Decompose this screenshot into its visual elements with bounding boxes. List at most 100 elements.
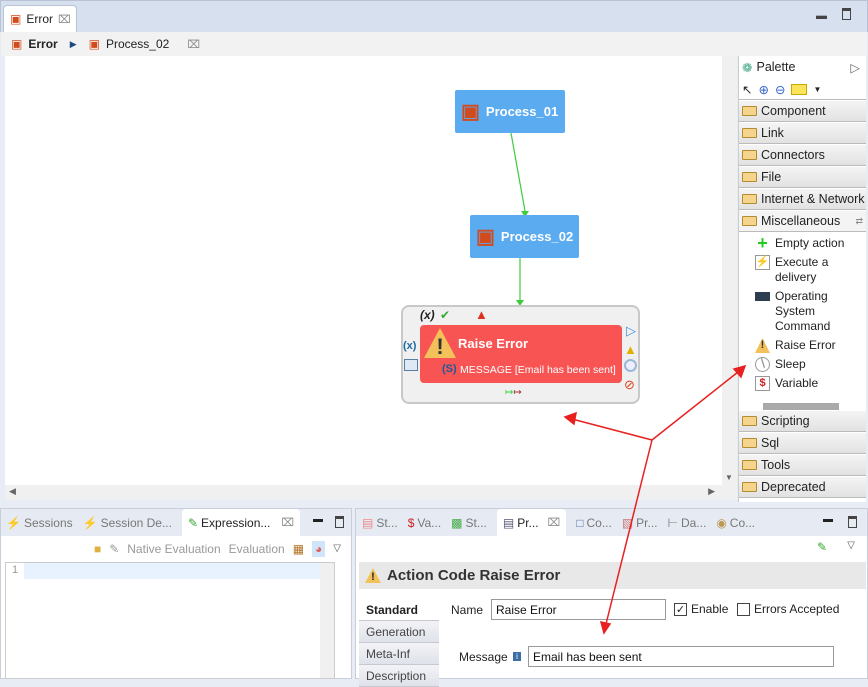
maximize-button[interactable] — [848, 516, 857, 528]
warning-icon[interactable]: ▲ — [624, 342, 637, 357]
close-icon[interactable]: ⌧ — [548, 516, 561, 529]
palette-folder[interactable]: Scripting — [739, 410, 866, 432]
step-icon: ▤ — [362, 515, 374, 530]
books-icon[interactable]: ▦ — [293, 542, 304, 556]
select-tool-icon[interactable]: ↖ — [742, 82, 752, 97]
palette-folder[interactable]: Deprecated — [739, 476, 866, 498]
tab-7[interactable]: ⊢ Da... — [668, 516, 707, 530]
zoom-out-icon[interactable]: ⊖ — [775, 82, 785, 97]
tab-8[interactable]: ◉ Co... — [716, 516, 755, 530]
minimize-button[interactable]: ▬ — [313, 514, 323, 525]
tab-expression[interactable]: ✎ Expression... ⌧ — [181, 509, 301, 536]
collapse-icon[interactable]: ▷ — [850, 60, 860, 75]
terminal-icon — [755, 292, 770, 301]
palette-folder-open[interactable]: Miscellaneous ⇄ — [739, 210, 866, 232]
raise-error-action[interactable]: ! Raise Error (S) MESSAGE [Email has bee… — [420, 325, 622, 383]
errors-accepted-label: Errors Accepted — [754, 602, 840, 616]
side-tab-meta-inf[interactable]: Meta-Inf — [359, 643, 439, 665]
side-tab-standard[interactable]: Standard — [359, 599, 439, 621]
circle-icon[interactable] — [624, 359, 637, 372]
expression-panel: ⚡ Sessions ⚡ Session De... ✎ Expression... ⌧… — [0, 508, 352, 679]
close-icon[interactable]: ⌧ — [281, 516, 294, 529]
palette-item[interactable]: ! Raise Error — [739, 338, 866, 353]
side-tab-description[interactable]: Description — [359, 665, 439, 687]
warning-icon: ▲ — [475, 307, 488, 322]
folder-icon — [742, 150, 757, 160]
note-icon[interactable] — [791, 83, 808, 95]
palette-folder[interactable]: Component — [739, 100, 866, 122]
folder-icon — [742, 482, 757, 492]
palette-folder[interactable]: Tools — [739, 454, 866, 476]
info-icon[interactable]: i — [513, 652, 521, 661]
item-label: Execute a delivery — [775, 255, 829, 284]
edit-properties-icon[interactable]: ✎ — [817, 540, 827, 554]
vertical-scrollbar[interactable] — [320, 563, 334, 678]
warning-icon: ! — [365, 568, 381, 583]
checkmark-icon: ✓ — [674, 602, 687, 616]
tab-5[interactable]: □ Co... — [576, 516, 612, 530]
process-node[interactable]: ▣ Process_02 — [470, 215, 579, 258]
folder-icon — [742, 416, 757, 426]
zoom-in-icon[interactable]: ⊕ — [758, 82, 768, 97]
eraser-icon[interactable]: ✎ — [109, 542, 119, 556]
lightning-icon: ⚡ — [6, 515, 21, 530]
palette-folder[interactable]: File — [739, 166, 866, 188]
view-menu-icon[interactable]: ▽ — [847, 540, 855, 551]
process-node[interactable]: ▣ Process_01 — [455, 90, 565, 133]
view-menu-icon[interactable]: ▽ — [333, 543, 341, 554]
profile-icon: ▧ — [621, 515, 634, 530]
name-input[interactable] — [491, 599, 666, 620]
palette-item[interactable]: Operating System Command — [739, 289, 866, 334]
maximize-button[interactable] — [335, 516, 344, 528]
expression-editor[interactable]: 1 — [5, 562, 335, 679]
palette-header: ❁ Palette ▷ — [739, 56, 866, 78]
forbidden-icon[interactable]: ⊘ — [624, 377, 635, 393]
tree-icon: ⊢ — [667, 515, 678, 530]
tab-2[interactable]: $ Va... — [408, 516, 441, 530]
lightning-search-icon: ⚡ — [82, 515, 98, 530]
palette-item[interactable]: ∖ Sleep — [739, 357, 866, 372]
scroll-down-button[interactable] — [763, 403, 839, 410]
tab-label: Pr... — [517, 515, 539, 530]
play-icon[interactable]: ▷ — [626, 323, 636, 339]
dollar-icon: $ — [755, 376, 770, 391]
message-label: Message — [459, 650, 508, 664]
folder-label: Internet & Network — [761, 192, 865, 206]
errors-accepted-checkbox[interactable]: Errors Accepted — [737, 602, 839, 616]
native-evaluation-button[interactable]: Native Evaluation — [127, 542, 220, 556]
message-input[interactable] — [528, 646, 834, 667]
evaluation-button[interactable]: Evaluation — [229, 542, 285, 556]
side-tab-generation[interactable]: Generation — [359, 621, 439, 643]
pin-icon[interactable]: ⇄ — [855, 216, 863, 227]
tab-6[interactable]: ▧ Pr... — [622, 516, 658, 530]
side-tabs: Standard Generation Meta-Inf Description — [359, 599, 439, 687]
palette-folder[interactable]: Link — [739, 122, 866, 144]
palette-item[interactable]: $ Variable — [739, 376, 866, 391]
palette-folder[interactable]: Internet & Network — [739, 188, 866, 210]
enable-checkbox[interactable]: ✓ Enable — [674, 602, 728, 616]
pie-chart-icon[interactable]: ◕ — [312, 540, 326, 557]
action-container[interactable]: (x) ✔ ▲ (x) ! Raise Error (S) MESSAGE [E… — [401, 305, 640, 404]
tab-properties[interactable]: ▤ Pr... ⌧ — [496, 509, 567, 536]
tab-label: Va... — [417, 515, 442, 530]
dropdown-icon[interactable]: ▼ — [813, 85, 821, 94]
palette-folder[interactable]: Sql — [739, 432, 866, 454]
tab-session-detail[interactable]: ⚡ Session De... — [83, 516, 172, 530]
clock-icon: ∖ — [755, 357, 770, 372]
palette-item[interactable]: ⚡ Execute a delivery — [739, 255, 866, 285]
tab-sessions[interactable]: ⚡ Sessions — [6, 516, 73, 530]
action-title: Raise Error — [458, 336, 529, 351]
tab-3[interactable]: ▩ St... — [451, 516, 487, 530]
minimize-button[interactable]: ▬ — [823, 514, 833, 525]
folder-label: Link — [761, 126, 784, 140]
lock-icon[interactable]: ■ — [94, 542, 101, 556]
properties-header: ! Action Code Raise Error — [359, 562, 866, 589]
delivery-icon: ⚡ — [755, 255, 770, 270]
properties-title: Action Code Raise Error — [387, 567, 561, 584]
tab-1[interactable]: ▤ St... — [362, 516, 398, 530]
palette-item[interactable]: + Empty action — [739, 234, 866, 252]
palette-folder[interactable]: Connectors — [739, 144, 866, 166]
folder-label: Tools — [761, 458, 791, 472]
folder-list-bottom: Scripting Sql Tools Deprecated — [739, 410, 866, 498]
item-label: Raise Error — [775, 338, 836, 352]
